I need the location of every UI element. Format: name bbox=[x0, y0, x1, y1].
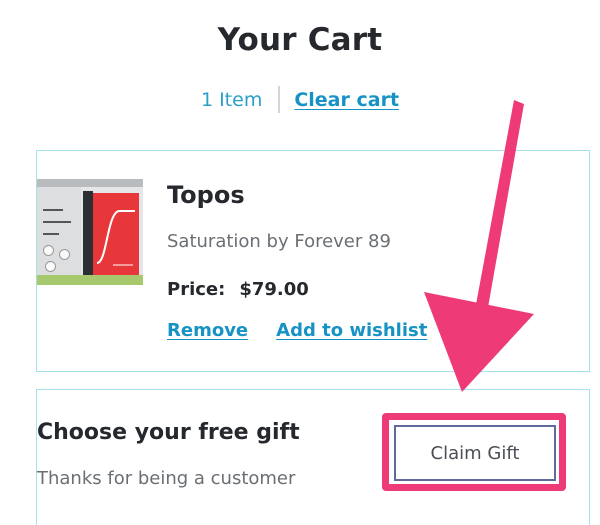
thumbnail-knob bbox=[43, 245, 54, 256]
price-value: $79.00 bbox=[239, 279, 309, 300]
cart-meta-row: 1 Item Clear cart bbox=[0, 86, 600, 113]
thumbnail-bar bbox=[43, 209, 63, 211]
product-subtitle: Saturation by Forever 89 bbox=[167, 231, 391, 252]
add-to-wishlist-link[interactable]: Add to wishlist bbox=[276, 320, 427, 341]
thumbnail-knob bbox=[45, 261, 56, 272]
claim-gift-button[interactable]: Claim Gift bbox=[394, 425, 556, 481]
thumbnail-bar bbox=[43, 233, 59, 235]
thumbnail-knob bbox=[59, 249, 70, 260]
meta-divider bbox=[278, 86, 281, 113]
product-name[interactable]: Topos bbox=[167, 181, 245, 209]
price-row: Price: $79.00 bbox=[167, 279, 309, 300]
gift-title: Choose your free gift bbox=[37, 420, 300, 445]
thumbnail-controls-panel bbox=[37, 179, 81, 285]
thumbnail-bar bbox=[43, 221, 71, 223]
price-label: Price: bbox=[167, 279, 226, 300]
clear-cart-link[interactable]: Clear cart bbox=[294, 89, 399, 111]
cart-title: Your Cart bbox=[217, 22, 383, 58]
cart-item-card: Topos Saturation by Forever 89 Price: $79… bbox=[36, 150, 590, 372]
item-count: 1 Item bbox=[200, 88, 263, 111]
remove-link[interactable]: Remove bbox=[167, 320, 248, 341]
gift-subtitle: Thanks for being a customer bbox=[37, 468, 296, 489]
thumbnail-topbar bbox=[37, 179, 143, 187]
product-thumbnail[interactable] bbox=[37, 179, 143, 285]
item-actions: Remove Add to wishlist bbox=[167, 320, 427, 341]
thumbnail-green-strip bbox=[37, 275, 143, 285]
thumbnail-curve bbox=[96, 210, 135, 266]
